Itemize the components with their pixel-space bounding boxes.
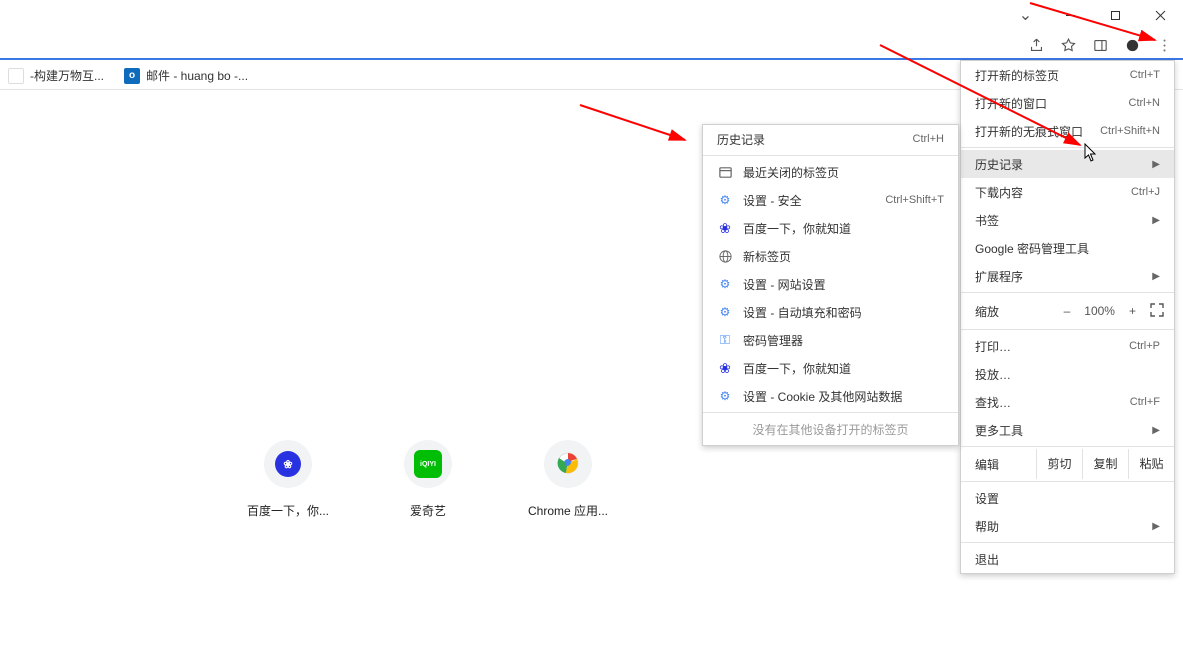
shortcut-label: 爱奇艺 [410,502,446,519]
submenu-recently-closed-label: 最近关闭的标签页 [703,158,958,186]
iqiyi-icon: iQIYI [414,450,442,478]
minimize-button[interactable] [1048,0,1093,30]
favicon-icon [8,68,24,84]
menu-more-tools[interactable]: 更多工具▶ [961,416,1174,444]
menu-separator [961,292,1174,293]
toolbar-row [0,30,1183,60]
edit-copy-button[interactable]: 复制 [1082,449,1128,479]
chrome-icon [556,451,580,478]
bookmark-item[interactable]: o 邮件 - huang bo -... [120,67,252,84]
history-item[interactable]: ⚙ 设置 - 网站设置 [703,270,958,298]
mouse-cursor-icon [1084,143,1098,163]
window-titlebar: ⌄ [0,0,1183,30]
baidu-icon: ❀ [717,220,733,236]
fullscreen-icon[interactable] [1150,303,1164,320]
menu-separator [703,412,958,413]
tab-icon [717,164,733,180]
menu-separator [961,446,1174,447]
menu-separator [961,481,1174,482]
baidu-icon: ❀ [275,451,301,477]
menu-password-manager[interactable]: Google 密码管理工具 [961,234,1174,262]
chevron-right-icon: ▶ [1152,271,1160,282]
shortcut-tile[interactable]: ❀ 百度一下，你... [248,440,328,519]
menu-separator [961,147,1174,148]
profile-icon[interactable] [1117,31,1147,59]
chrome-main-menu: 打开新的标签页Ctrl+T 打开新的窗口Ctrl+N 打开新的无痕式窗口Ctrl… [960,60,1175,574]
chevron-right-icon: ▶ [1152,521,1160,532]
menu-bookmarks[interactable]: 书签▶ [961,206,1174,234]
gear-icon: ⚙ [717,276,733,292]
shortcut-tile[interactable]: Chrome 应用... [528,440,608,519]
menu-exit[interactable]: 退出 [961,545,1174,573]
gear-icon: ⚙ [717,192,733,208]
bookmark-star-icon[interactable] [1053,31,1083,59]
menu-new-window[interactable]: 打开新的窗口Ctrl+N [961,89,1174,117]
edit-paste-button[interactable]: 粘贴 [1128,449,1174,479]
menu-separator [961,329,1174,330]
menu-print[interactable]: 打印…Ctrl+P [961,332,1174,360]
maximize-button[interactable] [1093,0,1138,30]
history-item[interactable]: ❀ 百度一下，你就知道 [703,214,958,242]
history-item[interactable]: ⚙ 设置 - 自动填充和密码 [703,298,958,326]
baidu-icon: ❀ [717,360,733,376]
history-item[interactable]: 新标签页 [703,242,958,270]
zoom-out-button[interactable]: – [1064,304,1071,318]
menu-new-tab[interactable]: 打开新的标签页Ctrl+T [961,61,1174,89]
history-item[interactable]: ⚙ 设置 - 安全Ctrl+Shift+T [703,186,958,214]
submenu-no-other-devices: 没有在其他设备打开的标签页 [703,415,958,445]
zoom-in-button[interactable]: + [1129,304,1136,318]
chevron-right-icon: ▶ [1152,159,1160,170]
shortcut-label: 百度一下，你... [247,502,329,519]
history-item[interactable]: ❀ 百度一下，你就知道 [703,354,958,382]
menu-separator [703,155,958,156]
menu-zoom: 缩放 – 100% + [961,295,1174,327]
more-menu-icon[interactable] [1149,31,1179,59]
tab-dropdown-icon[interactable]: ⌄ [1003,0,1048,30]
edit-cut-button[interactable]: 剪切 [1036,449,1082,479]
gear-icon: ⚙ [717,304,733,320]
menu-help[interactable]: 帮助▶ [961,512,1174,540]
menu-edit-row: 编辑 剪切 复制 粘贴 [961,449,1174,479]
submenu-history-header[interactable]: 历史记录Ctrl+H [703,125,958,153]
menu-downloads[interactable]: 下载内容Ctrl+J [961,178,1174,206]
share-icon[interactable] [1021,31,1051,59]
history-item[interactable]: ⚿ 密码管理器 [703,326,958,354]
shortcut-tile[interactable]: iQIYI 爱奇艺 [388,440,468,519]
menu-find[interactable]: 查找…Ctrl+F [961,388,1174,416]
side-panel-icon[interactable] [1085,31,1115,59]
outlook-icon: o [124,68,140,84]
bookmark-label: 邮件 - huang bo -... [146,67,248,84]
menu-separator [961,542,1174,543]
globe-icon [717,248,733,264]
close-button[interactable] [1138,0,1183,30]
ntp-shortcuts: ❀ 百度一下，你... iQIYI 爱奇艺 Chrome 应用... [248,440,608,519]
history-submenu: 历史记录Ctrl+H 最近关闭的标签页 ⚙ 设置 - 安全Ctrl+Shift+… [702,124,959,446]
menu-cast[interactable]: 投放… [961,360,1174,388]
menu-extensions[interactable]: 扩展程序▶ [961,262,1174,290]
menu-history[interactable]: 历史记录▶ [961,150,1174,178]
history-item[interactable]: ⚙ 设置 - Cookie 及其他网站数据 [703,382,958,410]
chevron-right-icon: ▶ [1152,215,1160,226]
zoom-value: 100% [1084,304,1115,318]
bookmark-item[interactable]: -构建万物互... [4,67,108,84]
menu-settings[interactable]: 设置 [961,484,1174,512]
chevron-right-icon: ▶ [1152,425,1160,436]
gear-icon: ⚙ [717,388,733,404]
menu-new-incognito[interactable]: 打开新的无痕式窗口Ctrl+Shift+N [961,117,1174,145]
key-icon: ⚿ [717,332,733,348]
shortcut-label: Chrome 应用... [528,502,608,519]
bookmark-label: -构建万物互... [30,67,104,84]
